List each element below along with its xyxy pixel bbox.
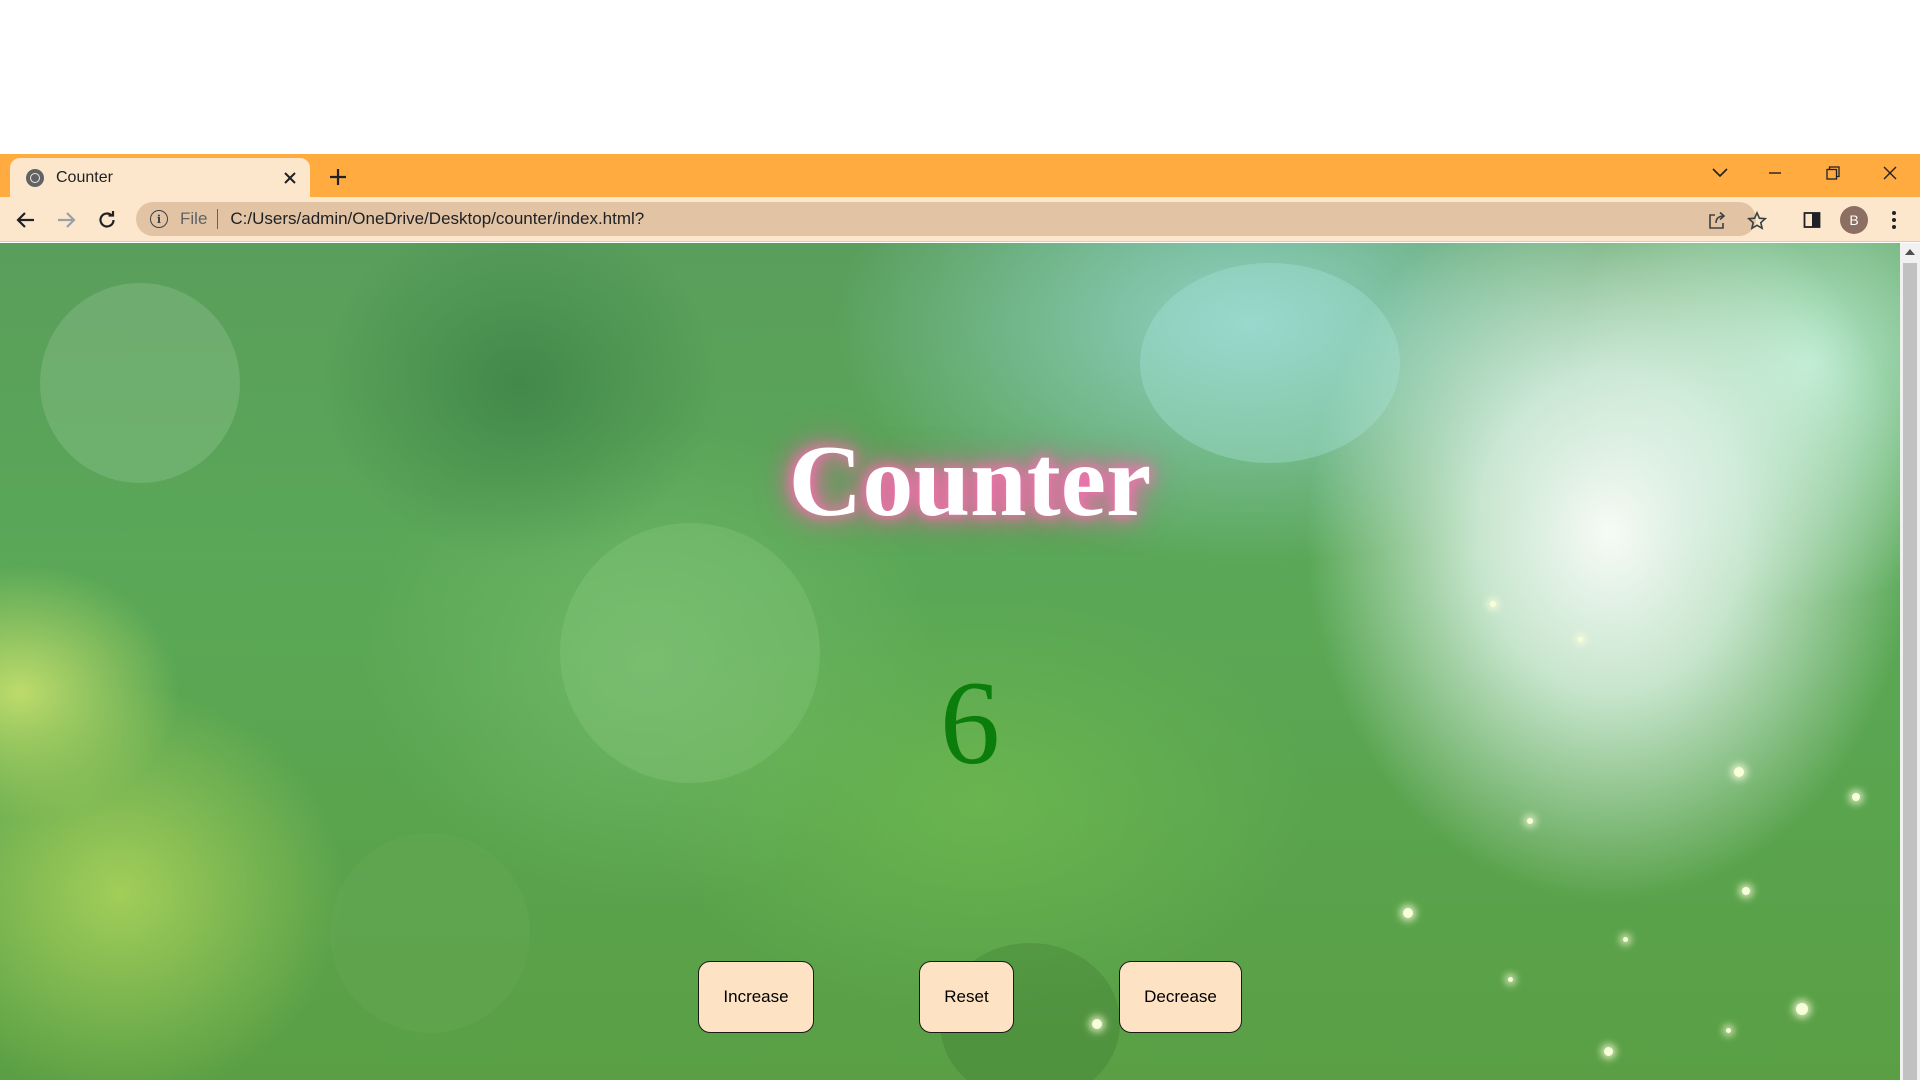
close-icon[interactable]	[278, 166, 302, 190]
url-scheme: File	[180, 209, 208, 228]
url-separator	[217, 209, 219, 229]
url-text[interactable]: C:/Users/admin/OneDrive/Desktop/counter/…	[230, 209, 644, 229]
scrollbar-thumb[interactable]	[1903, 263, 1917, 1080]
back-arrow-icon[interactable]	[10, 204, 42, 236]
star-icon[interactable]	[1746, 210, 1768, 232]
bokeh-light	[330, 833, 530, 1033]
sparkle	[1796, 1003, 1808, 1015]
info-icon[interactable]: i	[150, 210, 168, 228]
close-window-icon[interactable]	[1870, 154, 1910, 192]
side-panel-icon[interactable]	[1796, 204, 1828, 236]
tab-counter[interactable]: Counter	[10, 158, 310, 197]
reload-icon[interactable]	[91, 204, 123, 236]
browser-toolbar: i File C:/Users/admin/OneDrive/Desktop/c…	[0, 197, 1920, 242]
increase-button[interactable]: Increase	[698, 961, 814, 1033]
sparkle	[1852, 793, 1860, 801]
forward-arrow-icon[interactable]	[50, 204, 82, 236]
reset-button[interactable]: Reset	[919, 961, 1014, 1033]
avatar[interactable]: B	[1840, 206, 1868, 234]
restore-icon[interactable]	[1813, 154, 1853, 192]
sparkle	[1726, 1028, 1731, 1033]
page-viewport: Counter 6 Increase Reset Decrease	[0, 243, 1900, 1080]
address-bar[interactable]: i File C:/Users/admin/OneDrive/Desktop/c…	[136, 202, 1767, 236]
sparkle	[1508, 977, 1513, 982]
globe-icon	[26, 168, 44, 187]
sparkle	[1527, 818, 1533, 824]
sparkle	[1403, 908, 1413, 918]
decrease-button[interactable]: Decrease	[1119, 961, 1242, 1033]
sparkle	[1623, 937, 1628, 942]
page-title: Counter	[788, 425, 1152, 538]
sparkle	[1092, 1019, 1102, 1029]
sparkle	[1604, 1047, 1613, 1056]
screen-top-area	[0, 0, 1920, 154]
scroll-up-arrow-icon[interactable]	[1905, 249, 1915, 255]
plus-icon[interactable]	[324, 163, 352, 191]
tab-strip: Counter	[0, 154, 1920, 197]
counter-value: 6	[940, 656, 1000, 789]
chevron-down-icon[interactable]	[1700, 154, 1740, 192]
more-vert-icon[interactable]	[1878, 204, 1910, 236]
sparkle	[1742, 887, 1750, 895]
sparkle	[1578, 637, 1583, 642]
tab-title: Counter	[56, 168, 113, 186]
page-scrollbar[interactable]	[1900, 243, 1920, 1080]
minimize-icon[interactable]	[1755, 154, 1795, 192]
sparkle	[1490, 601, 1496, 607]
share-icon[interactable]	[1706, 210, 1728, 232]
